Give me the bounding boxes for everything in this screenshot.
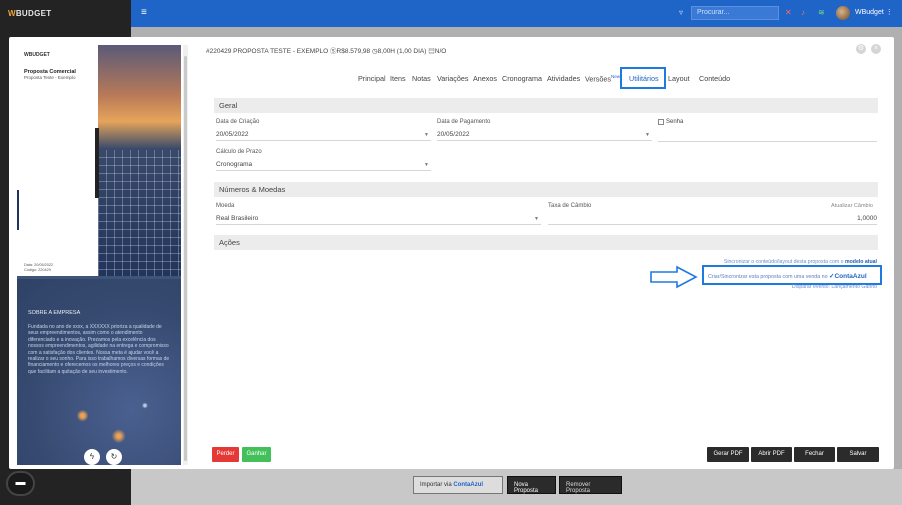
tab-atividades[interactable]: Atividades bbox=[547, 74, 580, 83]
app-logo[interactable]: WBUDGET bbox=[8, 9, 51, 18]
flash-icon[interactable]: ϟ bbox=[84, 449, 100, 465]
section-numeros-moedas: Números & Moedas bbox=[214, 182, 878, 197]
proposal-heading: #220429 PROPOSTA TESTE - EXEMPLO ⓈR$8.57… bbox=[206, 48, 447, 55]
dropdown-caret-icon: ▼ bbox=[645, 132, 650, 138]
chat-icon[interactable]: ▬ bbox=[6, 471, 35, 496]
username[interactable]: WBudget ⋮ bbox=[855, 8, 893, 16]
moeda-label: Moeda bbox=[216, 203, 235, 209]
settings-icon[interactable]: ⚙ bbox=[856, 44, 866, 54]
data-criacao-field[interactable]: 20/05/2022 ▼ bbox=[216, 129, 431, 141]
refresh-icon[interactable]: ↻ bbox=[106, 449, 122, 465]
fechar-button[interactable]: Fechar bbox=[794, 447, 835, 462]
import-contaazul-button[interactable]: Importar via ContaAzul bbox=[413, 476, 503, 494]
data-pagamento-field[interactable]: 20/05/2022 ▼ bbox=[437, 129, 652, 141]
gerar-pdf-button[interactable]: Gerar PDF bbox=[707, 447, 749, 462]
mute-icon[interactable]: ✕ bbox=[785, 8, 792, 17]
about-title: SOBRE A EMPRESA bbox=[28, 310, 81, 316]
moeda-select[interactable]: Real Brasileiro ▼ bbox=[216, 213, 541, 225]
tab-itens[interactable]: Itens bbox=[390, 74, 406, 83]
solar-panel-image bbox=[98, 150, 181, 276]
section-acoes: Ações bbox=[214, 235, 878, 250]
avatar[interactable] bbox=[836, 6, 850, 20]
tab-anexos[interactable]: Anexos bbox=[473, 74, 497, 83]
filter-icon[interactable]: ▿ bbox=[679, 8, 683, 17]
preview-scrollbar-thumb[interactable] bbox=[184, 56, 187, 461]
perder-button[interactable]: Perder bbox=[212, 447, 239, 462]
abrir-pdf-button[interactable]: Abrir PDF bbox=[751, 447, 792, 462]
active-tab-highlight bbox=[620, 67, 666, 89]
contaazul-logo: ✓ContaAzul bbox=[829, 273, 867, 280]
cover-divider bbox=[95, 128, 99, 198]
contaazul-sync-link[interactable]: Criar/Sincronizar esta proposta com uma … bbox=[708, 272, 867, 280]
tab-principal[interactable]: Principal bbox=[358, 74, 386, 83]
top-bar: ≡ ▿ Procurar... ✕ ♪ ≋ WBudget ⋮ bbox=[131, 0, 902, 27]
tab-cronograma[interactable]: Cronograma bbox=[502, 74, 542, 83]
tab-conteudo[interactable]: Conteúdo bbox=[699, 74, 730, 83]
cover-meta: Data: 20/05/2022 Código: 220429 bbox=[24, 263, 54, 272]
data-criacao-label: Data de Criação bbox=[216, 119, 260, 125]
cover-decoration bbox=[17, 190, 31, 230]
taxa-cambio-label: Taxa de Câmbio bbox=[548, 203, 592, 209]
dropdown-caret-icon: ▼ bbox=[424, 132, 429, 138]
dropdown-caret-icon: ▼ bbox=[534, 216, 539, 222]
cover-subtitle: Proposta Teste - Exemplo bbox=[24, 75, 76, 80]
close-icon[interactable]: × bbox=[871, 44, 881, 54]
taxa-cambio-input[interactable]: 1,0000 bbox=[548, 213, 877, 225]
tab-layout[interactable]: Layout bbox=[668, 74, 690, 83]
senha-checkbox[interactable] bbox=[658, 119, 664, 125]
salvar-button[interactable]: Salvar bbox=[837, 447, 879, 462]
dropdown-caret-icon: ▼ bbox=[424, 162, 429, 168]
search-input[interactable]: Procurar... bbox=[691, 6, 779, 20]
new-badge: New bbox=[610, 74, 620, 79]
new-proposal-button[interactable]: Nova Proposta bbox=[507, 476, 556, 494]
senha-label: Senha bbox=[666, 119, 684, 125]
tab-versoes[interactable]: VersõesNew bbox=[585, 74, 620, 83]
tab-variacoes[interactable]: Variações bbox=[437, 74, 468, 83]
menu-icon[interactable]: ≡ bbox=[141, 8, 151, 18]
ganhar-button[interactable]: Ganhar bbox=[242, 447, 271, 462]
section-geral: Geral bbox=[214, 98, 878, 113]
callout-arrow-icon bbox=[650, 265, 698, 289]
senha-field[interactable] bbox=[658, 130, 877, 142]
atualizar-cambio-link[interactable]: Atualizar Câmbio bbox=[831, 203, 873, 209]
calculo-prazo-label: Cálculo de Prazo bbox=[216, 149, 262, 155]
tab-notas[interactable]: Notas bbox=[412, 74, 431, 83]
notification-bell-icon[interactable]: ♪ bbox=[801, 8, 805, 17]
remove-proposal-button[interactable]: Remover Proposta bbox=[559, 476, 622, 494]
data-pagamento-label: Data de Pagamento bbox=[437, 119, 491, 125]
calculo-prazo-select[interactable]: Cronograma ▼ bbox=[216, 159, 431, 171]
cover-logo: WBUDGET bbox=[24, 52, 50, 58]
dispatch-event-link[interactable]: Disparar evento: Lançamento Ganho bbox=[792, 284, 877, 290]
wifi-icon[interactable]: ≋ bbox=[818, 8, 825, 17]
about-text: Fundada no ano de xxxx, a XXXXXX prioriz… bbox=[28, 324, 170, 375]
